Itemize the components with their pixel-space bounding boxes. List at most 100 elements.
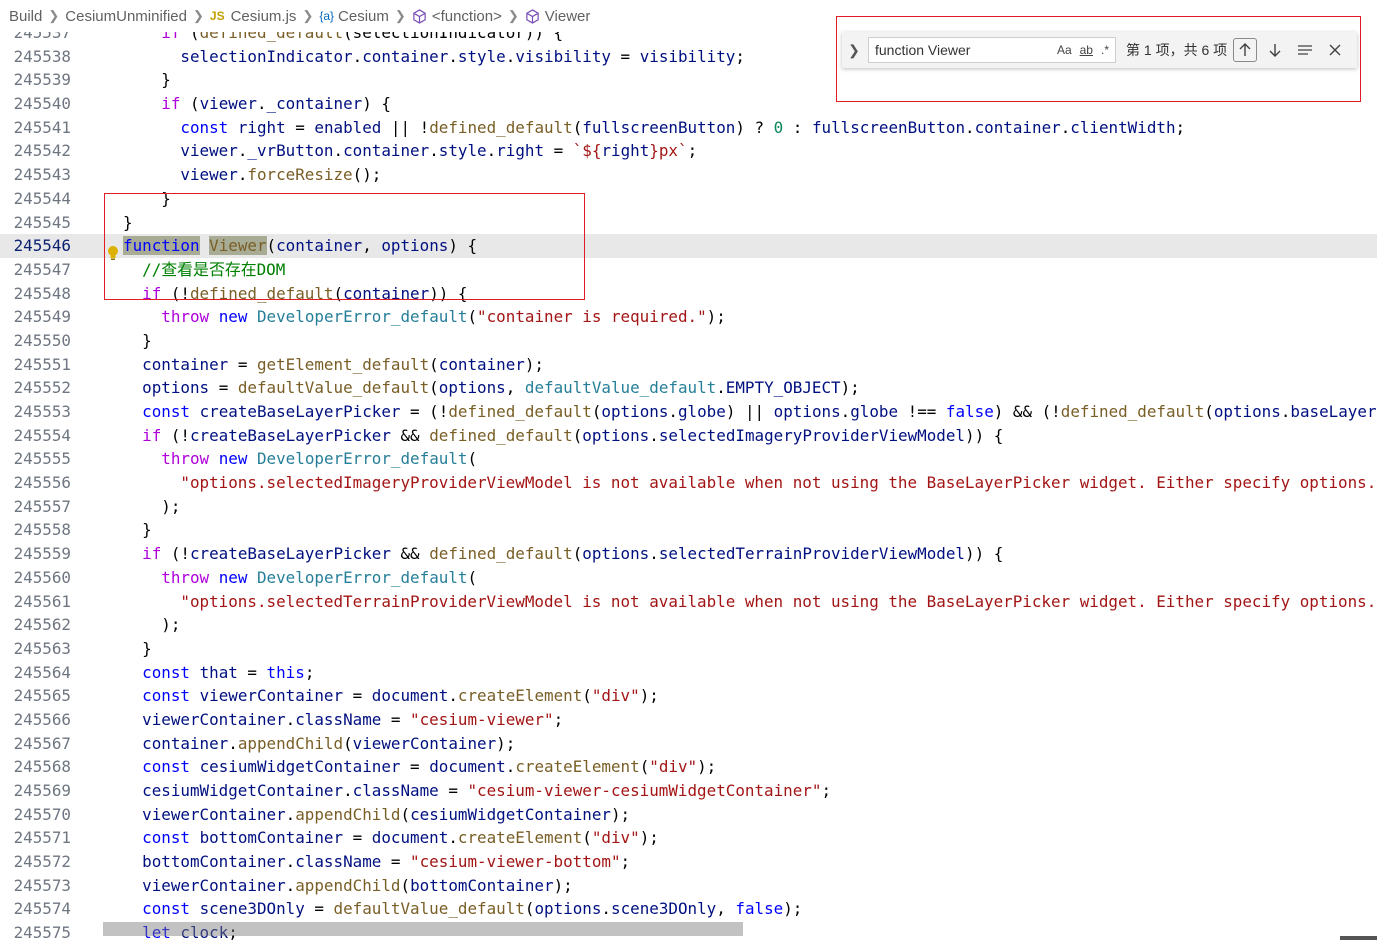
code-text: container = getElement_default(container… <box>123 353 544 377</box>
code-text: } <box>123 518 152 542</box>
close-find-button[interactable] <box>1323 38 1347 62</box>
breadcrumb-item-folder[interactable]: CesiumUnminified <box>65 8 187 25</box>
code-token: const <box>142 686 190 706</box>
code-line[interactable]: 245572 bottomContainer.className = "cesi… <box>0 850 1377 874</box>
code-token: "cesium-viewer-cesiumWidgetContainer" <box>467 781 822 800</box>
code-token: container <box>974 117 1061 137</box>
breadcrumb-item-namespace[interactable]: {a} Cesium <box>319 8 389 25</box>
toggle-replace-chevron-icon[interactable]: ❯ <box>842 42 866 59</box>
code-line[interactable]: 245550 } <box>0 329 1377 353</box>
code-token: ; <box>735 46 745 66</box>
code-line[interactable]: 245574 const scene3DOnly = defaultValue_… <box>0 897 1377 921</box>
code-token: || ! <box>381 117 430 137</box>
code-token: ( <box>591 402 602 421</box>
code-line[interactable]: 245558 } <box>0 518 1377 542</box>
code-line[interactable]: 245556 "options.selectedImageryProviderV… <box>0 471 1377 495</box>
code-token: ( <box>467 307 478 327</box>
code-editor[interactable]: 245537 if (defined_default(selectionIndi… <box>0 32 1377 940</box>
breadcrumb-item-file[interactable]: JS Cesium.js <box>210 8 297 25</box>
code-line[interactable]: 245573 viewerContainer.appendChild(botto… <box>0 874 1377 898</box>
code-line[interactable]: 245554 if (!createBaseLayerPicker && def… <box>0 424 1377 448</box>
code-token: . <box>965 117 975 137</box>
code-line[interactable]: 245565 const viewerContainer = document.… <box>0 684 1377 708</box>
code-text: const scene3DOnly = defaultValue_default… <box>123 897 802 921</box>
code-token: options <box>142 378 210 398</box>
code-line[interactable]: 245567 container.appendChild(viewerConta… <box>0 732 1377 756</box>
previous-match-button[interactable] <box>1233 38 1258 62</box>
find-input[interactable] <box>875 42 1049 58</box>
code-line[interactable]: 245568 const cesiumWidgetContainer = doc… <box>0 755 1377 779</box>
code-token: viewer <box>199 94 257 114</box>
code-line[interactable]: 245557 ); <box>0 495 1377 519</box>
code-text: container.appendChild(viewerContainer); <box>123 732 515 756</box>
code-line[interactable]: 245571 const bottomContainer = document.… <box>0 826 1377 850</box>
code-line[interactable]: 245555 throw new DeveloperError_default( <box>0 447 1377 471</box>
arrow-up-icon <box>1239 43 1251 56</box>
chevron-right-icon: ❯ <box>48 8 60 23</box>
code-token: bottomContainer <box>199 828 344 848</box>
code-line[interactable]: 245552 options = defaultValue_default(op… <box>0 376 1377 400</box>
code-line[interactable]: 245562 ); <box>0 613 1377 637</box>
code-text: const cesiumWidgetContainer = document.c… <box>123 755 716 779</box>
next-match-button[interactable] <box>1263 38 1287 62</box>
code-line[interactable]: 245542 viewer._vrButton.container.style.… <box>0 139 1377 163</box>
code-line[interactable]: 245559 if (!createBaseLayerPicker && def… <box>0 542 1377 566</box>
regex-toggle[interactable]: .* <box>1101 43 1109 57</box>
code-line[interactable]: 245561 "options.selectedTerrainProviderV… <box>0 590 1377 614</box>
code-token: options <box>438 378 506 398</box>
code-token: . <box>448 46 458 66</box>
code-token: fullscreenButton <box>811 117 966 137</box>
lightbulb-icon[interactable] <box>107 245 119 261</box>
code-token: viewerContainer <box>142 709 286 729</box>
code-token: if <box>142 544 162 564</box>
code-line[interactable]: 245546 function Viewer(container, options… <box>0 234 1377 258</box>
match-case-toggle[interactable]: Aa <box>1057 43 1072 57</box>
line-number: 245538 <box>13 46 71 66</box>
code-token: createBaseLayerPicker <box>189 544 391 564</box>
code-line[interactable]: 245545} <box>0 211 1377 235</box>
code-token: "div" <box>649 757 698 777</box>
horizontal-scrollbar[interactable] <box>103 922 743 936</box>
code-line[interactable]: 245544 } <box>0 187 1377 211</box>
breadcrumb-item-build[interactable]: Build <box>9 8 42 25</box>
code-line[interactable]: 245570 viewerContainer.appendChild(cesiu… <box>0 803 1377 827</box>
breadcrumb-item-symbol[interactable]: Viewer <box>525 8 590 25</box>
code-line[interactable]: 245543 viewer.forceResize(); <box>0 163 1377 187</box>
whole-word-toggle[interactable]: ab <box>1080 43 1093 57</box>
code-line[interactable]: 245541 const right = enabled || !defined… <box>0 116 1377 140</box>
code-line[interactable]: 245547 //查看是否存在DOM <box>0 258 1377 282</box>
code-line[interactable]: 245560 throw new DeveloperError_default( <box>0 566 1377 590</box>
code-token: defined_default <box>448 402 592 421</box>
code-line[interactable]: 245566 viewerContainer.className = "cesi… <box>0 708 1377 732</box>
code-token: ( <box>180 94 200 114</box>
code-line[interactable]: 245551 container = getElement_default(co… <box>0 353 1377 377</box>
code-line[interactable]: 245564 const that = this; <box>0 661 1377 685</box>
breadcrumb-item-function[interactable]: <function> <box>412 8 502 25</box>
code-token: className <box>295 852 382 872</box>
code-token: if <box>142 283 162 303</box>
line-number: 245556 <box>13 473 71 493</box>
code-line[interactable]: 245553 const createBaseLayerPicker = (!d… <box>0 400 1377 424</box>
code-token: right <box>496 141 545 161</box>
find-in-selection-button[interactable] <box>1293 38 1317 62</box>
code-line[interactable]: 245539 } <box>0 68 1377 92</box>
code-line[interactable]: 245549 throw new DeveloperError_default(… <box>0 305 1377 329</box>
code-token: (! <box>161 283 190 303</box>
code-line[interactable]: 245563 } <box>0 637 1377 661</box>
code-token: = <box>544 141 573 161</box>
code-token: container <box>276 236 363 256</box>
code-line[interactable]: 245569 cesiumWidgetContainer.className =… <box>0 779 1377 803</box>
line-number: 245558 <box>13 520 71 540</box>
code-line[interactable]: 245548 if (!defined_default(container)) … <box>0 282 1377 306</box>
code-text: if (!createBaseLayerPicker && defined_de… <box>123 424 1003 448</box>
code-line[interactable]: 245540 if (viewer._container) { <box>0 92 1377 116</box>
